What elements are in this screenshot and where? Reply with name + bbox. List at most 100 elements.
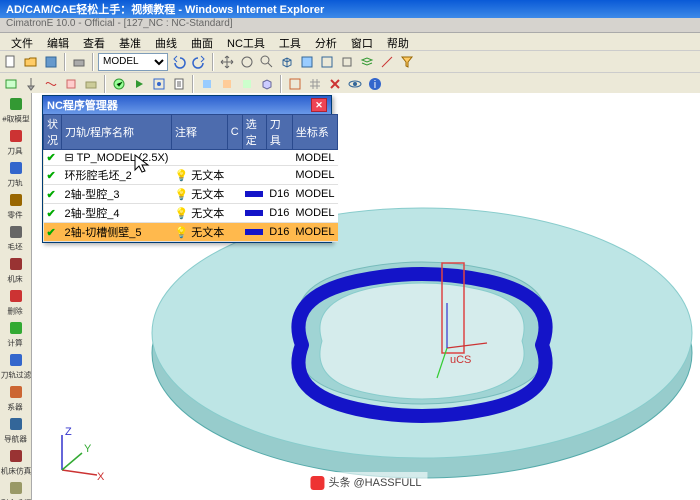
wire-icon[interactable] xyxy=(318,53,336,71)
menu-surface[interactable]: 曲面 xyxy=(184,33,220,50)
nc-stock-icon[interactable] xyxy=(82,75,100,93)
ncmgr-row[interactable]: ✔ 2轴-型腔_3 💡 无文本 D16 MODEL xyxy=(44,185,338,204)
nc-calc-icon[interactable] xyxy=(110,75,128,93)
expand-icon[interactable]: ⊟ xyxy=(65,152,74,164)
bulb-icon[interactable]: 💡 xyxy=(174,227,188,239)
leftbar-item[interactable]: #取模型 xyxy=(2,95,30,126)
leftbar-item[interactable]: 刀轨过滤 xyxy=(2,351,30,382)
menu-window[interactable]: 窗口 xyxy=(344,33,380,50)
leftbar-label: #取模型 xyxy=(2,113,29,124)
ncmgr-col[interactable]: 刀轨/程序名称 xyxy=(62,115,172,150)
ncmgr-table: 状况刀轨/程序名称注释C选定刀具坐标系 ✔ ⊟ TP_MODEL (2.5X) … xyxy=(43,114,338,242)
menu-datum[interactable]: 基准 xyxy=(112,33,148,50)
new-icon[interactable] xyxy=(2,53,20,71)
pan-icon[interactable] xyxy=(218,53,236,71)
nc-load-icon[interactable] xyxy=(2,75,20,93)
divider xyxy=(104,75,106,93)
grid-icon[interactable] xyxy=(306,75,324,93)
ncmgr-col[interactable]: 坐标系 xyxy=(292,115,337,150)
view-front-icon[interactable] xyxy=(218,75,236,93)
menu-help[interactable]: 帮助 xyxy=(380,33,416,50)
leftbar-item[interactable]: 剩余毛坯 xyxy=(2,479,30,500)
view-side-icon[interactable] xyxy=(238,75,256,93)
ncmgr-row[interactable]: ✔ ⊟ TP_MODEL (2.5X) MODEL xyxy=(44,150,338,166)
eye-icon[interactable] xyxy=(346,75,364,93)
nc-path-icon[interactable] xyxy=(42,75,60,93)
ncmgr-row[interactable]: ✔ 2轴-型腔_4 💡 无文本 D16 MODEL xyxy=(44,204,338,223)
box-icon[interactable] xyxy=(286,75,304,93)
filter-icon[interactable] xyxy=(398,53,416,71)
ncmgr-col[interactable]: 刀具 xyxy=(266,115,292,150)
measure-icon[interactable] xyxy=(378,53,396,71)
menu-analyze[interactable]: 分析 xyxy=(308,33,344,50)
cube-icon[interactable] xyxy=(278,53,296,71)
rotate-icon[interactable] xyxy=(238,53,256,71)
ncmgr-col[interactable]: C xyxy=(227,115,242,150)
model-select[interactable]: MODEL xyxy=(98,53,168,71)
nc-verify-icon[interactable] xyxy=(150,75,168,93)
leftbar-item[interactable]: 计算 xyxy=(2,319,30,350)
leftbar-item[interactable]: 导航器 xyxy=(2,415,30,446)
close-icon[interactable]: ✕ xyxy=(311,98,327,112)
bulb-icon[interactable]: 💡 xyxy=(174,189,188,201)
leftbar-item[interactable]: 刀具 xyxy=(2,127,30,158)
nc-post-icon[interactable] xyxy=(170,75,188,93)
fit-icon[interactable] xyxy=(338,53,356,71)
leftbar-icon xyxy=(8,192,24,208)
leftbar-icon xyxy=(8,480,24,496)
viewport-3d[interactable]: NC程序管理器 ✕ 状况刀轨/程序名称注释C选定刀具坐标系 ✔ ⊟ TP_MOD… xyxy=(32,93,700,500)
leftbar-item[interactable]: 删除 xyxy=(2,287,30,318)
browser-titlebar: AD/CAM/CAE轻松上手：视频教程 - Windows Internet E… xyxy=(0,0,700,18)
nc-sim-icon[interactable] xyxy=(130,75,148,93)
workspace: #取模型刀具刀轨零件毛坯机床删除计算刀轨过滤系器导航器机床仿真剩余毛坯刀轨编辑后… xyxy=(0,93,700,500)
leftbar-item[interactable]: 机床 xyxy=(2,255,30,286)
leftbar-item[interactable]: 系器 xyxy=(2,383,30,414)
check-icon: ✔ xyxy=(47,208,56,220)
nc-program-manager[interactable]: NC程序管理器 ✕ 状况刀轨/程序名称注释C选定刀具坐标系 ✔ ⊟ TP_MOD… xyxy=(42,95,332,243)
leftbar-label: 毛坯 xyxy=(8,241,23,252)
svg-text:Y: Y xyxy=(84,443,92,455)
ncmgr-row[interactable]: ✔ 2轴-切槽侧壁_5 💡 无文本 D16 MODEL xyxy=(44,223,338,242)
ncmgr-col[interactable]: 选定 xyxy=(242,115,266,150)
zoom-icon[interactable] xyxy=(258,53,276,71)
menu-view[interactable]: 查看 xyxy=(76,33,112,50)
leftbar-label: 刀具 xyxy=(8,145,23,156)
menu-curve[interactable]: 曲线 xyxy=(148,33,184,50)
menu-tools[interactable]: 工具 xyxy=(272,33,308,50)
ncmgr-row[interactable]: ✔ 环形腔毛坯_2 💡 无文本 MODEL xyxy=(44,166,338,185)
leftbar-item[interactable]: 机床仿真 xyxy=(2,447,30,478)
save-icon[interactable] xyxy=(42,53,60,71)
leftbar-item[interactable]: 零件 xyxy=(2,191,30,222)
open-icon[interactable] xyxy=(22,53,40,71)
menu-file[interactable]: 文件 xyxy=(4,33,40,50)
leftbar-item[interactable]: 刀轨 xyxy=(2,159,30,190)
menu-nctool[interactable]: NC工具 xyxy=(220,33,272,50)
ncmgr-col[interactable]: 状况 xyxy=(44,115,62,150)
del-icon[interactable] xyxy=(326,75,344,93)
redo-icon[interactable] xyxy=(190,53,208,71)
divider xyxy=(280,75,282,93)
menu-edit[interactable]: 编辑 xyxy=(40,33,76,50)
info-icon[interactable]: i xyxy=(366,75,384,93)
divider xyxy=(92,53,94,71)
leftbar-label: 机床 xyxy=(8,273,23,284)
leftbar-icon xyxy=(8,288,24,304)
svg-text:X: X xyxy=(97,471,105,483)
title-text: AD/CAM/CAE轻松上手：视频教程 - Windows Internet E… xyxy=(6,1,324,17)
view-iso-icon[interactable] xyxy=(258,75,276,93)
ncmgr-titlebar[interactable]: NC程序管理器 ✕ xyxy=(43,96,331,114)
shade-icon[interactable] xyxy=(298,53,316,71)
bulb-icon[interactable]: 💡 xyxy=(174,208,188,220)
leftbar-label: 删除 xyxy=(8,305,23,316)
toolpath-bar-icon xyxy=(245,210,263,216)
nc-tool-icon[interactable] xyxy=(22,75,40,93)
leftbar-item[interactable]: 毛坯 xyxy=(2,223,30,254)
ncmgr-col[interactable]: 注释 xyxy=(171,115,227,150)
undo-icon[interactable] xyxy=(170,53,188,71)
print-icon[interactable] xyxy=(70,53,88,71)
bulb-icon[interactable]: 💡 xyxy=(174,170,188,182)
view-top-icon[interactable] xyxy=(198,75,216,93)
nc-part-icon[interactable] xyxy=(62,75,80,93)
layer-icon[interactable] xyxy=(358,53,376,71)
svg-text:Z: Z xyxy=(65,426,72,438)
